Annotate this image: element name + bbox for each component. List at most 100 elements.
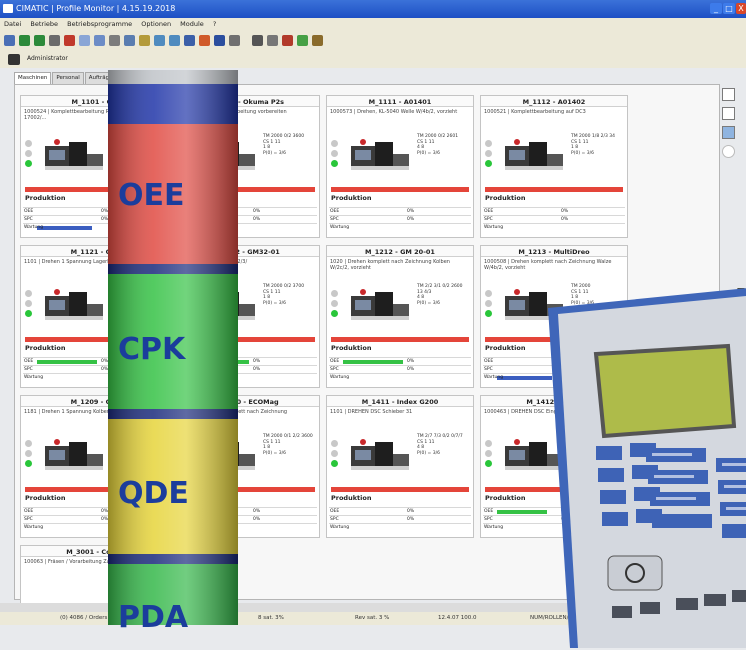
monitor-icon[interactable] xyxy=(154,35,165,46)
menu-programs[interactable]: Betriebsprogramme xyxy=(67,20,132,28)
menu-modules[interactable]: Module xyxy=(180,20,204,28)
machine-tile[interactable]: M_1112 - A01402 1000521 | Komplettbearbei… xyxy=(480,95,628,238)
document-icon[interactable] xyxy=(267,35,278,46)
kpi-value: 0% xyxy=(561,209,569,214)
led-green-icon xyxy=(331,160,338,167)
tab-machines[interactable]: Maschinen xyxy=(14,72,52,84)
machine-tile[interactable]: M_1212 - GM 20-01 1020 | Drehen komplett … xyxy=(326,245,474,388)
led-off-icon xyxy=(25,150,32,157)
kpi-value: 0% xyxy=(407,509,415,514)
kpi-name: Wartung xyxy=(484,375,504,380)
signal-tower: OEE CPK QDE PDA xyxy=(108,70,238,635)
led-off-icon xyxy=(25,440,32,447)
user-icon xyxy=(8,54,20,65)
table-icon[interactable] xyxy=(124,35,135,46)
status-leds xyxy=(485,140,493,170)
led-off-icon xyxy=(485,440,492,447)
led-off-icon xyxy=(485,140,492,147)
import-icon[interactable] xyxy=(214,35,225,46)
tool-icon[interactable] xyxy=(49,35,60,46)
machine-title: M_1411 - Index G200 xyxy=(327,396,473,407)
led-green-icon xyxy=(25,310,32,317)
info-icon[interactable] xyxy=(312,35,323,46)
machine-image xyxy=(349,136,411,172)
kpi-row: SPC 0% xyxy=(329,365,471,373)
maximize-button[interactable]: □ xyxy=(723,3,735,14)
tower-label-oee: OEE xyxy=(118,178,185,213)
led-off-icon xyxy=(331,140,338,147)
machine-tile[interactable]: M_1111 - A01401 1000573 | Drehen, KL-5040… xyxy=(326,95,474,238)
status-leds xyxy=(25,290,33,320)
refresh-icon[interactable] xyxy=(297,35,308,46)
minimize-button[interactable]: _ xyxy=(710,3,722,14)
kpi-name: Wartung xyxy=(330,525,350,530)
machine-title: M_1213 - MultiDreo xyxy=(481,246,627,257)
tree-icon[interactable] xyxy=(229,35,240,46)
led-off-icon xyxy=(331,300,338,307)
state-bar xyxy=(331,337,469,342)
status-leds xyxy=(331,440,339,470)
tab-personnel[interactable]: Personal xyxy=(52,72,84,84)
state-label: Produktion xyxy=(25,494,66,502)
machine-image xyxy=(349,436,411,472)
cut-icon[interactable] xyxy=(282,35,293,46)
close-button[interactable]: X xyxy=(736,3,746,14)
handheld-terminal xyxy=(548,231,746,648)
machine-tile[interactable]: M_1411 - Index G200 1101 | DREHEN DSC Sch… xyxy=(326,395,474,538)
window-icon[interactable] xyxy=(252,35,263,46)
kpi-name: OEE xyxy=(484,509,494,514)
print-icon[interactable] xyxy=(139,35,150,46)
menu-plants[interactable]: Betriebe xyxy=(30,20,58,28)
status-sat: 8 sat. 3% xyxy=(258,615,284,621)
machine-meta-line: P(0) = 3/6 xyxy=(263,450,286,456)
calendar-icon[interactable] xyxy=(94,35,105,46)
kpi-name: OEE xyxy=(24,509,34,514)
machine-meta-line: TM 2000 0/1 2/2 3600 xyxy=(263,434,313,439)
machine-image xyxy=(43,436,105,472)
state-label: Produktion xyxy=(485,344,526,352)
kpi-name: Wartung xyxy=(330,225,350,230)
clock-icon[interactable] xyxy=(722,145,735,158)
alarm-icon[interactable] xyxy=(64,35,75,46)
settings-icon[interactable] xyxy=(109,35,120,46)
machine-group-icon[interactable] xyxy=(34,35,45,46)
kpi-name: SPC xyxy=(330,217,339,222)
status-leds xyxy=(485,290,493,320)
led-off-icon xyxy=(331,290,338,297)
led-off-icon xyxy=(25,300,32,307)
machine-meta: TM 2/7 7/3 0/2 0/7/7 CS 1 11 4 8 P(0) = 3/6 xyxy=(417,434,473,456)
window-title: CIMATIC | Profile Monitor | 4.15.19.2018 xyxy=(16,4,176,13)
kpi-row: Wartung xyxy=(329,523,471,531)
kpi-name: OEE xyxy=(484,209,494,214)
kpi-name: Wartung xyxy=(330,375,350,380)
state-label: Produktion xyxy=(331,344,372,352)
machine-order-desc: 1000573 | Drehen, KL-5040 Welle W/4b/2, … xyxy=(330,109,458,115)
search-icon[interactable] xyxy=(4,35,15,46)
kpi-row: OEE 0% xyxy=(329,507,471,515)
layout-icon[interactable] xyxy=(169,35,180,46)
kpi-name: Wartung xyxy=(24,525,44,530)
status-rev: Rev sat. 3 % xyxy=(355,615,390,621)
kpi-value: 0% xyxy=(407,217,415,222)
machine-icon[interactable] xyxy=(19,35,30,46)
machine-meta: TM 2000 1/8 2/3 34 CS 1 11 1 8 P(0) = 3/6 xyxy=(571,134,627,156)
kpi-name: SPC xyxy=(24,217,33,222)
machine-meta-line: P(0) = 3/6 xyxy=(263,300,286,306)
list-icon[interactable] xyxy=(722,88,735,101)
save-icon[interactable] xyxy=(722,107,735,120)
kpi-value: 0% xyxy=(253,209,261,214)
kpi-bar xyxy=(497,510,547,514)
kpi-table: OEE 0% SPC 0% Wartung xyxy=(329,207,471,231)
led-green-icon xyxy=(331,310,338,317)
kpi-value: 0% xyxy=(253,517,261,522)
filter-icon[interactable] xyxy=(184,35,195,46)
kpi-name: Wartung xyxy=(484,225,504,230)
menu-file[interactable]: Datei xyxy=(4,20,21,28)
menu-bar: Datei Betriebe Betriebsprogramme Optione… xyxy=(0,18,746,30)
menu-options[interactable]: Optionen xyxy=(141,20,171,28)
kpi-value: 0% xyxy=(407,517,415,522)
grid-icon[interactable] xyxy=(722,126,735,139)
menu-help[interactable]: ? xyxy=(213,20,216,28)
export-icon[interactable] xyxy=(199,35,210,46)
chart-icon[interactable] xyxy=(79,35,90,46)
